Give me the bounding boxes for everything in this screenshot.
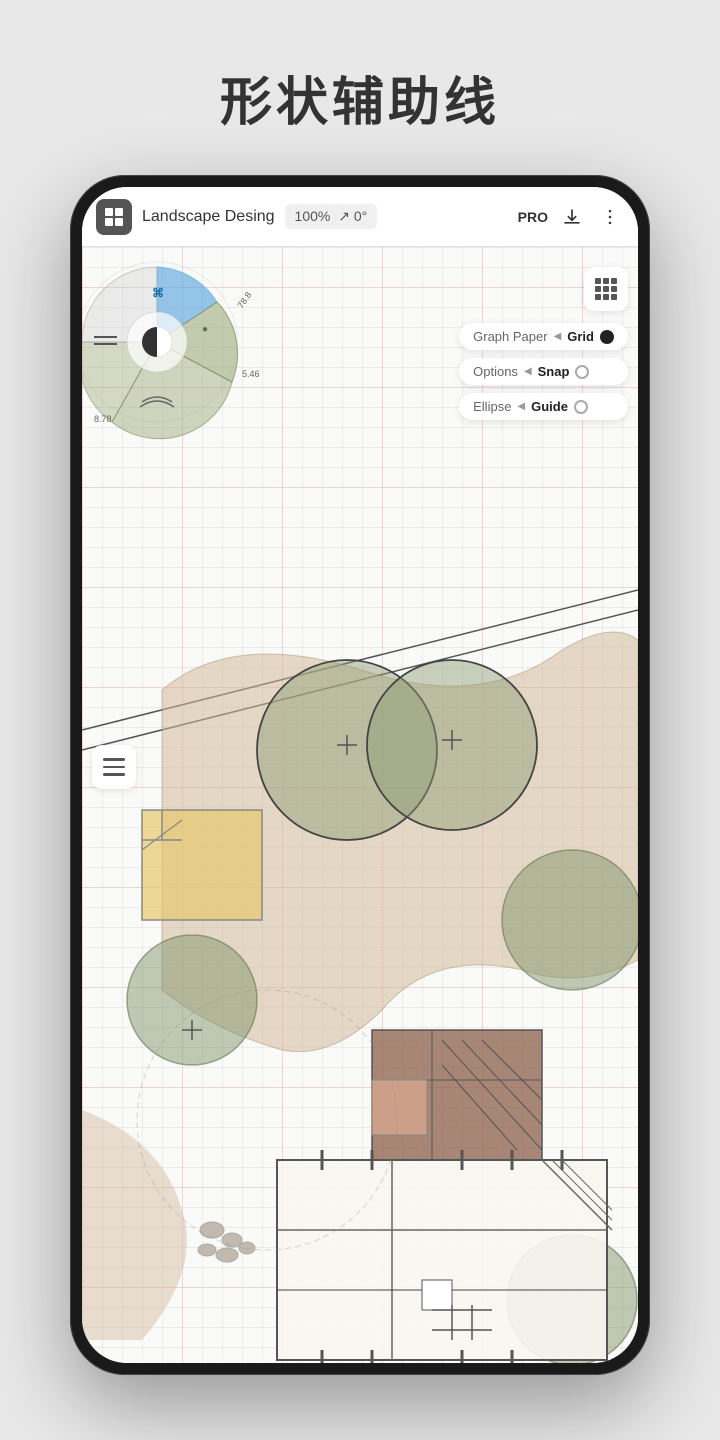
project-name-label: Landscape Desing [142, 208, 275, 226]
grid-menu-icon [105, 208, 123, 226]
graph-paper-option-row[interactable]: Graph Paper ◀ Grid [459, 323, 628, 350]
guide-label: Guide [531, 399, 568, 414]
phone-frame: Landscape Desing 100% ↗ 0° PRO [70, 175, 650, 1375]
page-title: 形状辅助线 [220, 60, 500, 135]
download-button[interactable] [558, 203, 586, 231]
snap-label: Snap [538, 364, 570, 379]
svg-text:78.8: 78.8 [235, 290, 253, 310]
options-snap-row[interactable]: Options ◀ Snap [459, 358, 628, 385]
radial-menu[interactable]: ⌘ ● 78.8 5.46 8.78 [82, 237, 262, 447]
ellipse-guide-row[interactable]: Ellipse ◀ Guide [459, 393, 628, 420]
ellipse-chevron: ◀ [517, 401, 525, 412]
grid-label: Grid [567, 329, 594, 344]
pro-button[interactable]: PRO [518, 209, 548, 225]
more-options-button[interactable] [596, 203, 624, 231]
hamburger-line-3 [103, 773, 125, 776]
hamburger-line-1 [103, 758, 125, 761]
svg-text:●: ● [202, 324, 208, 335]
options-label: Options [473, 364, 518, 379]
layers-button[interactable] [92, 745, 136, 789]
grid-menu-button[interactable] [96, 199, 132, 235]
svg-text:5.46: 5.46 [242, 369, 260, 379]
zoom-rotation-display[interactable]: 100% ↗ 0° [285, 204, 378, 229]
grid-toggle-icon [595, 278, 617, 300]
svg-text:⌘: ⌘ [152, 286, 164, 300]
ellipse-label: Ellipse [473, 399, 511, 414]
snap-indicator[interactable] [575, 365, 589, 379]
phone-screen: Landscape Desing 100% ↗ 0° PRO [82, 187, 638, 1363]
grid-toggle-button[interactable] [584, 267, 628, 311]
svg-text:8.78: 8.78 [94, 414, 112, 424]
graph-paper-chevron: ◀ [554, 331, 562, 342]
options-panel: Graph Paper ◀ Grid Options ◀ Snap Ellips… [459, 323, 628, 420]
rotation-label: ↗ 0° [338, 208, 367, 224]
options-chevron: ◀ [524, 366, 532, 377]
guide-indicator[interactable] [574, 400, 588, 414]
hamburger-line-2 [103, 766, 125, 769]
graph-paper-label: Graph Paper [473, 329, 547, 344]
grid-indicator[interactable] [600, 330, 614, 344]
zoom-level: 100% [295, 208, 331, 224]
